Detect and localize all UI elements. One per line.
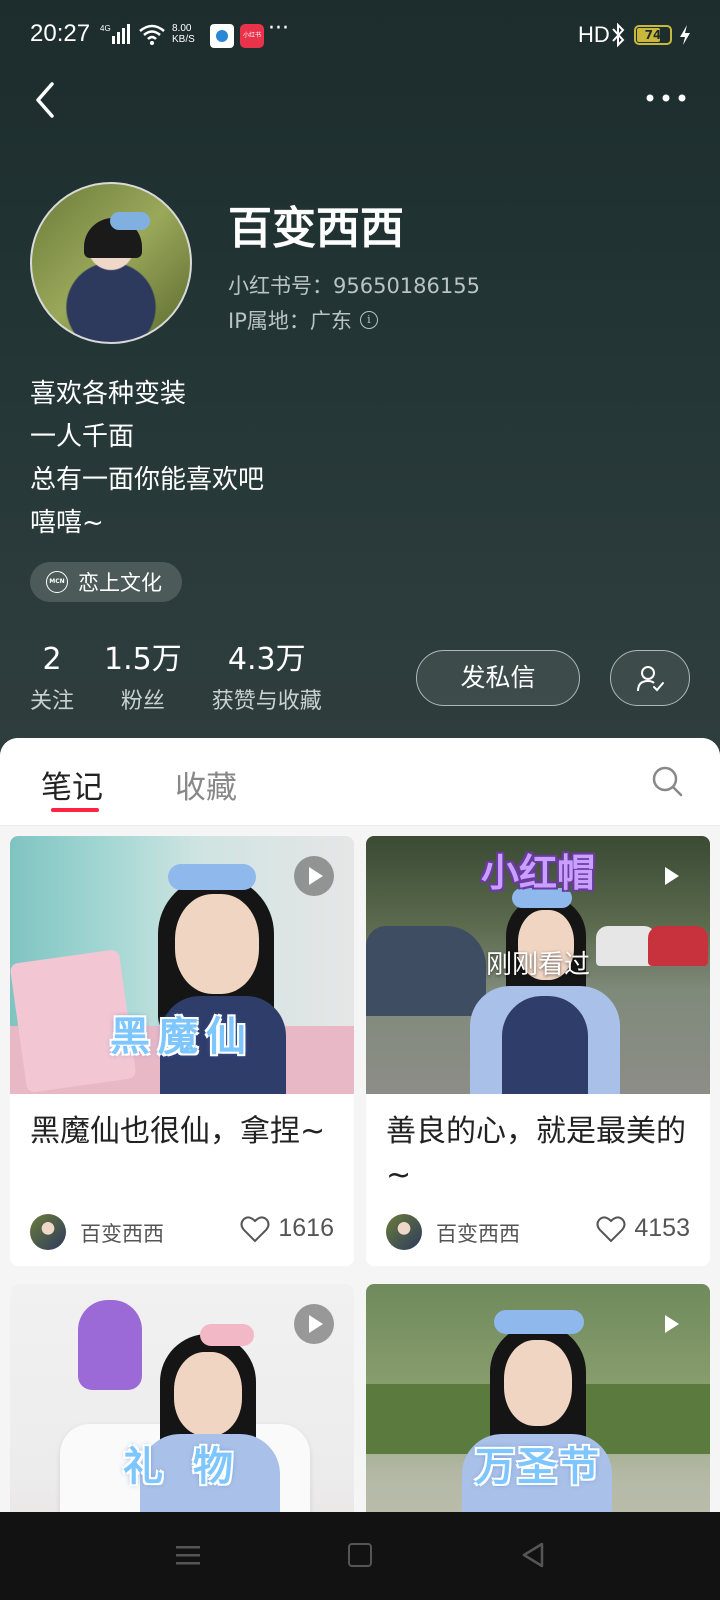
stat-followers[interactable]: 1.5万 粉丝 <box>104 643 182 715</box>
more-notifications-icon: ··· <box>268 16 289 41</box>
note-footer: 百变西西 1616 <box>10 1210 354 1266</box>
stat-likes-collections[interactable]: 4.3万 获赞与收藏 <box>212 643 322 715</box>
followers-label: 粉丝 <box>120 689 165 714</box>
following-count: 2 <box>42 642 62 677</box>
cover-overlay-text: 礼 物 <box>123 1444 241 1490</box>
tab-notes[interactable]: 笔记 <box>41 762 103 807</box>
battery-icon: 74 <box>634 25 672 45</box>
figure-bow <box>168 864 256 890</box>
video-play-icon <box>294 1304 334 1344</box>
stat-following[interactable]: 2 关注 <box>30 643 74 715</box>
profile-stats: 2 关注 1.5万 粉丝 4.3万 获赞与收藏 <box>30 643 322 715</box>
bio-line: 嘻嘻~ <box>30 508 104 538</box>
note-card[interactable]: 黑魔仙 黑魔仙也很仙，拿捏~ 百变西西 1616 <box>10 836 354 1266</box>
search-icon[interactable] <box>650 764 684 798</box>
note-footer: 百变西西 4153 <box>366 1210 710 1266</box>
back-triangle-icon[interactable] <box>520 1541 546 1569</box>
profile-nickname: 百变西西 <box>228 203 404 254</box>
content-tabbar: 笔记 收藏 <box>0 738 720 826</box>
charging-icon <box>680 25 690 45</box>
ip-location: IP属地：广东 i <box>228 305 378 335</box>
bio-line: 一人千面 <box>30 422 135 452</box>
video-play-icon <box>294 856 334 896</box>
xiaohongshu-id: 小红书号：95650186155 <box>228 274 480 298</box>
network-speed: 8.00 KB/S <box>172 23 195 45</box>
figure-face <box>175 894 259 994</box>
home-icon[interactable] <box>348 1543 372 1567</box>
wifi-icon <box>139 24 165 45</box>
profile-avatar[interactable] <box>30 182 192 344</box>
like-button[interactable]: 1616 <box>240 1214 334 1243</box>
author-avatar[interactable] <box>30 1214 66 1250</box>
cover-overlay-text: 小红帽 <box>480 851 595 895</box>
following-label: 关注 <box>30 689 75 714</box>
figure-bow <box>200 1324 254 1346</box>
active-tab-indicator <box>51 808 99 812</box>
figure-face <box>174 1352 242 1436</box>
ip-location-text: IP属地：广东 <box>228 309 352 333</box>
cover-overlay-text: 万圣节 <box>475 1444 601 1490</box>
figure-face <box>504 1340 572 1426</box>
author-name[interactable]: 百变西西 <box>80 1218 164 1248</box>
like-count: 4153 <box>634 1214 690 1242</box>
heart-icon <box>240 1215 270 1242</box>
info-icon[interactable]: i <box>359 311 378 329</box>
user-check-icon <box>637 666 664 692</box>
recently-viewed-label: 刚刚看过 <box>485 950 590 980</box>
cover-overlay-text: 黑魔仙 <box>110 1014 254 1060</box>
back-arrow-icon[interactable] <box>30 78 62 122</box>
menu-icon[interactable] <box>176 1544 200 1566</box>
tab-collections[interactable]: 收藏 <box>175 762 237 807</box>
bio-line: 喜欢各种变装 <box>30 379 187 409</box>
heart-icon <box>596 1215 626 1242</box>
author-avatar[interactable] <box>386 1214 422 1250</box>
note-cover: 黑魔仙 <box>10 836 354 1094</box>
status-time: 20:27 <box>30 20 91 47</box>
network-type: 4G <box>100 24 111 33</box>
likes-collections-label: 获赞与收藏 <box>211 689 322 714</box>
hd-indicator: HD <box>578 22 610 47</box>
like-count: 1616 <box>278 1214 334 1242</box>
note-cover: 小红帽 刚刚看过 <box>366 836 710 1094</box>
mcn-tag[interactable]: MCN 恋上文化 <box>30 562 182 602</box>
profile-bio: 喜欢各种变装 一人千面 总有一面你能喜欢吧 嘻嘻~ <box>30 373 264 545</box>
battery-percent: 74 <box>644 28 662 42</box>
video-play-icon <box>650 1304 690 1344</box>
follow-button[interactable] <box>610 650 690 706</box>
followers-count: 1.5万 <box>104 642 182 677</box>
purple-toy-shape <box>78 1300 142 1390</box>
bluetooth-icon <box>612 22 625 48</box>
figure-body <box>502 996 588 1094</box>
status-bar: 20:27 4G 8.00 KB/S 小红书 ··· HD 74 <box>0 0 720 72</box>
author-name[interactable]: 百变西西 <box>436 1218 520 1248</box>
likes-collections-count: 4.3万 <box>227 642 306 677</box>
xiaohongshu-notification-icon: 小红书 <box>240 24 264 48</box>
note-card[interactable]: 小红帽 刚刚看过 善良的心，就是最美的~ 百变西西 4153 <box>366 836 710 1266</box>
mcn-icon: MCN <box>46 571 68 593</box>
send-message-button[interactable]: 发私信 <box>416 650 580 706</box>
system-navigation-bar <box>0 1512 720 1600</box>
note-title: 善良的心，就是最美的~ <box>386 1114 686 1193</box>
figure-bow <box>494 1310 584 1334</box>
notes-sheet: 笔记 收藏 黑魔仙 黑魔仙也很仙，拿捏~ 百变西西 1616 小红帽 刚刚看过 … <box>0 738 720 1600</box>
more-options-icon[interactable] <box>644 88 688 112</box>
like-button[interactable]: 4153 <box>596 1214 690 1243</box>
bio-line: 总有一面你能喜欢吧 <box>30 465 265 495</box>
signal-icon: 4G <box>100 24 130 44</box>
note-title: 黑魔仙也很仙，拿捏~ <box>30 1114 326 1149</box>
app-notification-icon <box>210 24 234 48</box>
avatar-bow-shape <box>110 212 150 230</box>
mcn-label: 恋上文化 <box>78 571 162 595</box>
